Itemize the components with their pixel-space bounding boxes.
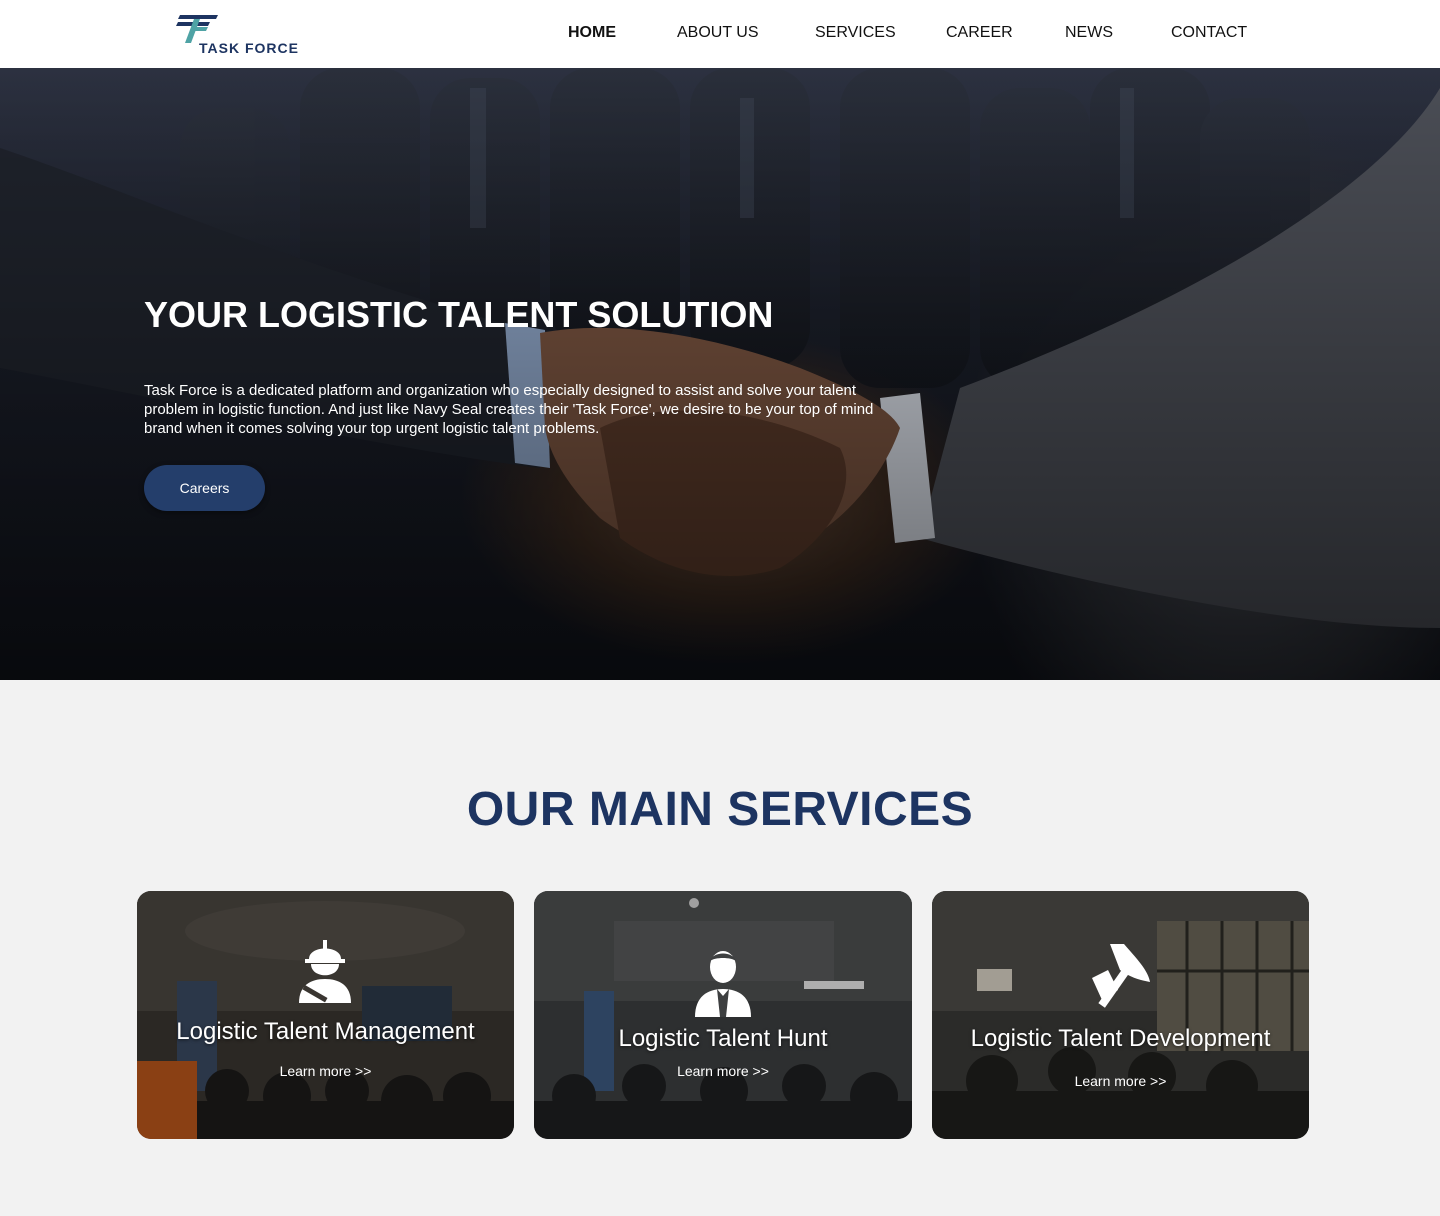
nav-services[interactable]: SERVICES [815,24,896,42]
service-card-hunt[interactable]: Logistic Talent Hunt Learn more >> [534,891,912,1139]
hero-description: Task Force is a dedicated platform and o… [144,382,874,437]
axe-tool-icon [1092,944,1150,1008]
hero-banner: YOUR LOGISTIC TALENT SOLUTION Task Force… [0,68,1440,680]
seminar-photo [137,891,514,1139]
learn-more-link[interactable]: Learn more >> [932,1073,1309,1089]
construction-worker-icon [299,940,351,1003]
service-card-development[interactable]: Logistic Talent Development Learn more >… [932,891,1309,1139]
careers-button[interactable]: Careers [144,465,265,511]
service-card-title: Logistic Talent Management [176,1018,475,1045]
nav-contact[interactable]: CONTACT [1171,24,1247,42]
service-card-title: Logistic Talent Hunt [618,1025,828,1052]
nav-career[interactable]: CAREER [946,24,1013,42]
service-card-title: Logistic Talent Development [970,1025,1271,1052]
site-header: TASK FORCE HOME ABOUT US SERVICES CAREER… [0,0,1440,68]
service-card-management[interactable]: Logistic Talent Management Learn more >> [137,891,514,1139]
learn-more-link[interactable]: Learn more >> [534,1063,912,1079]
workshop-photo [932,891,1309,1139]
nav-news[interactable]: NEWS [1065,24,1113,42]
nav-about-us[interactable]: ABOUT US [677,24,759,42]
learn-more-link[interactable]: Learn more >> [137,1063,514,1079]
hero-title: YOUR LOGISTIC TALENT SOLUTION [144,294,774,335]
nav-home[interactable]: HOME [568,24,616,42]
main-nav: HOME ABOUT US SERVICES CAREER NEWS CONTA… [0,24,1440,46]
handshake-photo [0,68,1440,680]
businessman-icon [695,951,751,1017]
services-title: OUR MAIN SERVICES [466,783,974,836]
